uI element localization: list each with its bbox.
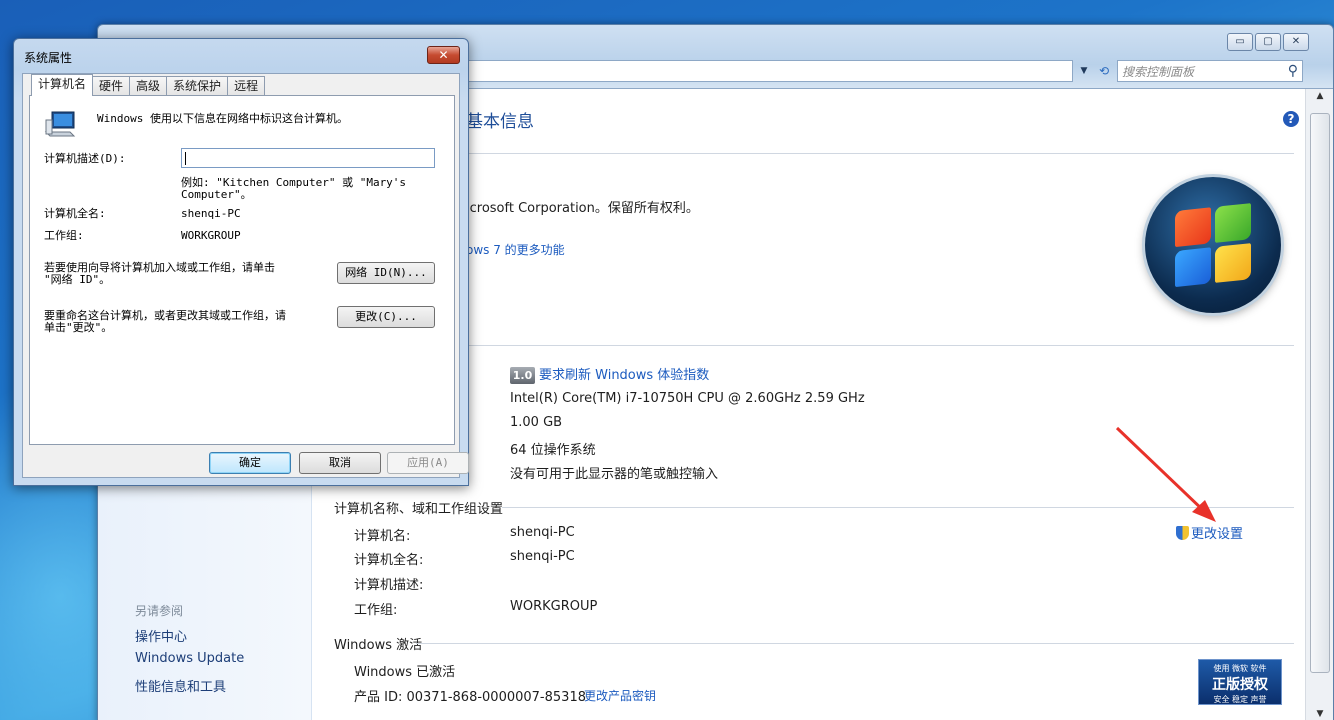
workgroup-value: WORKGROUP [181,229,241,242]
genuine-badge-line2: 正版授权 [1212,677,1268,693]
genuine-badge-line1: 使用 微软 软件 [1213,664,1267,673]
search-input[interactable]: 搜索控制面板 ⚲ [1117,60,1303,82]
nav-item-performance-tools[interactable]: 性能信息和工具 [135,676,226,695]
scroll-thumb[interactable] [1310,113,1330,673]
shield-icon [1176,525,1189,540]
example-line-2: Computer"。 [181,188,252,201]
see-also-heading: 另请参阅 [135,604,184,618]
dialog-content: 计算机名 硬件 高级 系统保护 远程 Windows 使用以下信息在网络中标识这… [22,73,469,478]
refresh-icon[interactable]: ⟲ [1095,61,1113,81]
divider [452,153,1294,154]
workgroup-label: 工作组: [44,229,84,242]
full-name-label: 计算机全名: [44,207,106,220]
change-product-key-link[interactable]: 更改产品密钥 [584,687,656,704]
window-caption-buttons: ▭ ▢ ✕ [1227,33,1309,51]
computer-icon [44,111,76,137]
apply-button[interactable]: 应用(A) [387,452,469,474]
genuine-badge[interactable]: 使用 微软 软件 正版授权 安全 稳定 声誉 [1198,659,1282,705]
activation-header: Windows 激活 [334,638,423,653]
change-settings-label: 更改设置 [1191,527,1244,542]
full-name-value: shenqi-PC [510,549,575,564]
full-name-label: 计算机全名: [354,553,424,568]
system-properties-dialog: 系统属性 ✕ 计算机名 硬件 高级 系统保护 远程 Windows 使用以下信息… [13,38,469,486]
computer-name-value: shenqi-PC [510,525,575,540]
change-settings-link[interactable]: 更改设置 [1176,523,1243,542]
divider [452,345,1294,346]
tab-advanced[interactable]: 高级 [129,76,168,96]
divider [416,643,1294,644]
computer-name-tab-panel: Windows 使用以下信息在网络中标识这台计算机。 计算机描述(D): 例如:… [29,95,455,445]
address-bar[interactable] [468,60,1073,82]
dialog-title: 系统属性 [24,51,73,65]
search-icon[interactable]: ⚲ [1288,63,1298,79]
memory-value: 1.00 GB [510,415,563,430]
workgroup-label: 工作组: [354,603,398,618]
scroll-up-icon[interactable]: ▲ [1306,91,1334,101]
intro-text: Windows 使用以下信息在网络中标识这台计算机。 [97,112,348,125]
minimize-button[interactable]: ▭ [1227,33,1253,51]
tab-computer-name[interactable]: 计算机名 [31,74,94,96]
search-placeholder: 搜索控制面板 [1122,64,1195,79]
computer-description-input[interactable] [181,148,435,168]
tab-system-protection[interactable]: 系统保护 [166,76,229,96]
scroll-down-icon[interactable]: ▼ [1306,709,1334,719]
tab-remote[interactable]: 远程 [227,76,266,96]
tab-hardware[interactable]: 硬件 [92,76,131,96]
full-name-value: shenqi-PC [181,207,241,220]
rename-text-line2: 单击"更改"。 [44,321,113,334]
tab-strip: 计算机名 硬件 高级 系统保护 远程 [31,74,266,96]
pen-touch-value: 没有可用于此显示器的笔或触控输入 [510,467,719,482]
activation-status: Windows 已激活 [354,665,456,680]
maximize-button[interactable]: ▢ [1255,33,1281,51]
nav-item-windows-update[interactable]: Windows Update [135,651,244,666]
description-label: 计算机描述(D): [44,152,126,165]
rating-score-badge: 1.0 [510,367,535,384]
nav-item-action-center[interactable]: 操作中心 [135,626,187,645]
ok-button[interactable]: 确定 [209,452,291,474]
product-id: 产品 ID: 00371-868-0000007-85318 [354,690,586,705]
workgroup-value: WORKGROUP [510,599,598,614]
more-features-link[interactable]: ows 7 的更多功能 [466,241,565,258]
divider [502,507,1294,508]
help-icon[interactable]: ? [1283,111,1299,127]
computer-section-header: 计算机名称、域和工作组设置 [334,502,504,517]
change-button[interactable]: 更改(C)... [337,306,435,328]
genuine-badge-line3: 安全 稳定 声誉 [1213,695,1267,704]
cancel-button[interactable]: 取消 [299,452,381,474]
rating-row: 1.0 要求刷新 Windows 体验指数 [510,364,709,384]
address-toolbar: ▼ ⟲ 搜索控制面板 ⚲ [468,60,1303,82]
windows-logo [1145,177,1281,313]
processor-value: Intel(R) Core(TM) i7-10750H CPU @ 2.60GH… [510,391,865,406]
refresh-rating-link[interactable]: 要求刷新 Windows 体验指数 [539,368,709,383]
computer-name-label: 计算机名: [354,529,411,544]
network-id-button[interactable]: 网络 ID(N)... [337,262,435,284]
close-button[interactable]: ✕ [1283,33,1309,51]
vertical-scrollbar[interactable]: ▲ ▼ [1305,89,1333,720]
dialog-close-button[interactable]: ✕ [427,46,460,64]
chevron-down-icon[interactable]: ▼ [1077,66,1091,76]
page-title: 基本信息 [466,112,534,132]
network-id-text-line2: "网络 ID"。 [44,273,111,286]
system-type-value: 64 位操作系统 [510,443,596,458]
copyright-text: icrosoft Corporation。保留所有权利。 [466,201,699,216]
description-label: 计算机描述: [354,578,424,593]
